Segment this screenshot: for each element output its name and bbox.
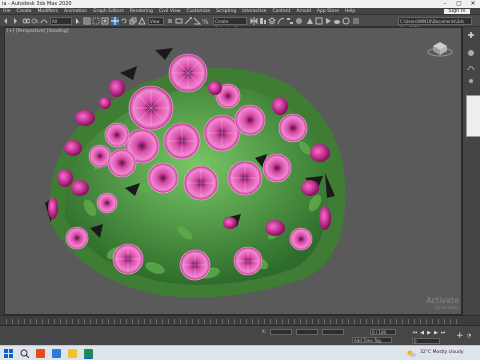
app-icon-1[interactable] bbox=[36, 349, 45, 358]
select-object-icon[interactable] bbox=[74, 17, 82, 25]
reference-coordinate-dropdown[interactable]: View bbox=[148, 17, 164, 25]
snaps-toggle-icon[interactable] bbox=[184, 17, 192, 25]
window-title: ia - Autodesk 3ds Max 2020 bbox=[2, 1, 72, 7]
rendered-frame-window-icon[interactable] bbox=[315, 17, 323, 25]
layer-explorer-icon[interactable] bbox=[268, 17, 276, 25]
menu-customize[interactable]: Customize bbox=[184, 8, 214, 15]
menu-scripting[interactable]: Scripting bbox=[213, 8, 239, 15]
transform-y-field[interactable] bbox=[296, 329, 318, 335]
keyboard-shortcut-icon[interactable] bbox=[175, 17, 183, 25]
transform-x-field[interactable] bbox=[270, 329, 292, 335]
bind-space-warp-icon[interactable] bbox=[40, 17, 48, 25]
scale-icon[interactable] bbox=[129, 17, 137, 25]
transform-x-label: X: bbox=[262, 329, 267, 334]
timeline-ticks bbox=[6, 319, 460, 324]
start-icon[interactable] bbox=[4, 349, 13, 358]
rectangular-selection-icon[interactable] bbox=[92, 17, 100, 25]
render-in-cloud-icon[interactable] bbox=[333, 17, 341, 25]
perspective-viewport[interactable]: [+] [Perspective] [Shading] Activate Go … bbox=[4, 27, 462, 315]
watermark-title: Activate bbox=[426, 296, 459, 305]
angle-snap-icon[interactable] bbox=[193, 17, 202, 25]
menu-modifiers[interactable]: Modifiers bbox=[34, 8, 61, 15]
schematic-view-icon[interactable] bbox=[286, 17, 294, 25]
svg-text:%: % bbox=[202, 18, 209, 25]
lights-icon[interactable] bbox=[467, 77, 475, 85]
select-by-name-icon[interactable] bbox=[83, 17, 91, 25]
file-explorer-icon[interactable] bbox=[68, 349, 77, 358]
3ds-max-taskbar-icon[interactable] bbox=[84, 349, 93, 359]
current-frame-field[interactable]: 0 bbox=[412, 338, 440, 344]
menu-bar: File Create Modifiers Animation Graph Editor… bbox=[0, 8, 480, 15]
menu-file[interactable]: File bbox=[0, 8, 14, 15]
percent-snap-icon[interactable]: % bbox=[202, 17, 210, 26]
align-icon[interactable] bbox=[259, 17, 267, 25]
material-editor-icon[interactable] bbox=[295, 17, 303, 25]
add-time-tag-button[interactable]: Add Time Tag bbox=[352, 337, 392, 343]
status-bar: X: 0 / 100 Add Time Tag ⏮ ◀ ▶ ▶ ⏭ 0 + ◔ bbox=[0, 325, 480, 345]
curve-editor-icon[interactable] bbox=[277, 17, 285, 25]
windows-taskbar: 32°C Mostly cloudy bbox=[0, 345, 480, 360]
current-frame-value: 0 bbox=[414, 339, 417, 344]
play-icon[interactable]: ▶ bbox=[426, 330, 432, 336]
command-panel[interactable] bbox=[462, 27, 480, 315]
weather-icon bbox=[407, 349, 416, 358]
previous-frame-icon[interactable]: ◀ bbox=[419, 330, 425, 336]
edge-browser-icon[interactable] bbox=[52, 349, 61, 358]
place-icon[interactable] bbox=[138, 16, 146, 25]
temperature: 32°C bbox=[420, 350, 432, 355]
menu-app-store[interactable]: App Store bbox=[314, 8, 342, 15]
a360-gallery-icon[interactable] bbox=[342, 17, 350, 25]
close-button[interactable]: ✕ bbox=[466, 0, 480, 8]
menu-help[interactable]: Help bbox=[342, 8, 358, 15]
sign-in-button[interactable]: Sign In bbox=[444, 9, 470, 14]
render-production-icon[interactable] bbox=[324, 17, 332, 25]
menu-interactive[interactable]: Interactive bbox=[239, 8, 269, 15]
rotate-icon[interactable] bbox=[120, 17, 128, 25]
go-to-end-icon[interactable]: ⏭ bbox=[440, 330, 446, 336]
create-tab-icon[interactable] bbox=[467, 31, 475, 39]
mirror-icon[interactable] bbox=[250, 17, 258, 25]
main-toolbar: All View % Create Selection Se C:\Users\… bbox=[0, 15, 480, 31]
flower-bush-model[interactable] bbox=[5, 28, 462, 315]
search-icon[interactable] bbox=[20, 349, 30, 359]
weather-widget[interactable]: 32°C Mostly cloudy bbox=[420, 350, 464, 355]
maximize-button[interactable]: ▢ bbox=[452, 0, 466, 8]
minimize-button[interactable]: – bbox=[438, 0, 452, 8]
activation-watermark: Activate Go to Settin bbox=[426, 296, 459, 311]
menu-arnold[interactable]: Arnold bbox=[293, 8, 314, 15]
time-slider[interactable] bbox=[0, 315, 480, 325]
weather-text: Mostly cloudy bbox=[432, 350, 464, 355]
move-icon[interactable] bbox=[111, 17, 119, 25]
frame-counter-field[interactable]: 0 / 100 bbox=[370, 329, 396, 335]
unlink-icon[interactable] bbox=[31, 17, 39, 25]
object-color-swatch[interactable] bbox=[466, 95, 480, 137]
next-frame-icon[interactable]: ▶ bbox=[433, 330, 439, 336]
orbit-icon[interactable]: ◔ bbox=[466, 333, 472, 339]
menu-content[interactable]: Content bbox=[269, 8, 293, 15]
menu-civil-view[interactable]: Civil View bbox=[156, 8, 184, 15]
frame-counter: 0 / 100 bbox=[372, 330, 387, 335]
selection-filter-dropdown[interactable]: All bbox=[50, 17, 72, 25]
menu-graph-editors[interactable]: Graph Editors bbox=[90, 8, 127, 15]
menu-rendering[interactable]: Rendering bbox=[127, 8, 156, 15]
pivot-center-icon[interactable] bbox=[166, 17, 174, 25]
project-path-field[interactable]: C:\Users\WIN10\Documents\3ds Max 2020 bbox=[398, 17, 472, 31]
title-bar: ia - Autodesk 3ds Max 2020 – ▢ ✕ bbox=[0, 0, 480, 8]
redo-icon[interactable] bbox=[11, 17, 19, 25]
workspace-icon[interactable] bbox=[352, 17, 360, 25]
go-to-start-icon[interactable]: ⏮ bbox=[412, 330, 418, 336]
window-crossing-icon[interactable] bbox=[101, 17, 109, 25]
watermark-subtitle: Go to Settin bbox=[435, 305, 459, 310]
zoom-region-icon[interactable]: + bbox=[456, 332, 464, 341]
menu-create[interactable]: Create bbox=[14, 8, 35, 15]
link-icon[interactable] bbox=[22, 17, 31, 25]
undo-icon[interactable] bbox=[2, 17, 10, 25]
named-selection-sets-dropdown[interactable]: Create Selection Se bbox=[213, 17, 247, 31]
menu-animation[interactable]: Animation bbox=[61, 8, 90, 15]
shapes-icon[interactable] bbox=[467, 63, 475, 71]
add-time-tag-label: Add Time Tag bbox=[354, 338, 381, 343]
transform-z-field[interactable] bbox=[322, 329, 344, 335]
render-setup-icon[interactable] bbox=[306, 17, 314, 25]
geometry-icon[interactable] bbox=[467, 49, 475, 57]
